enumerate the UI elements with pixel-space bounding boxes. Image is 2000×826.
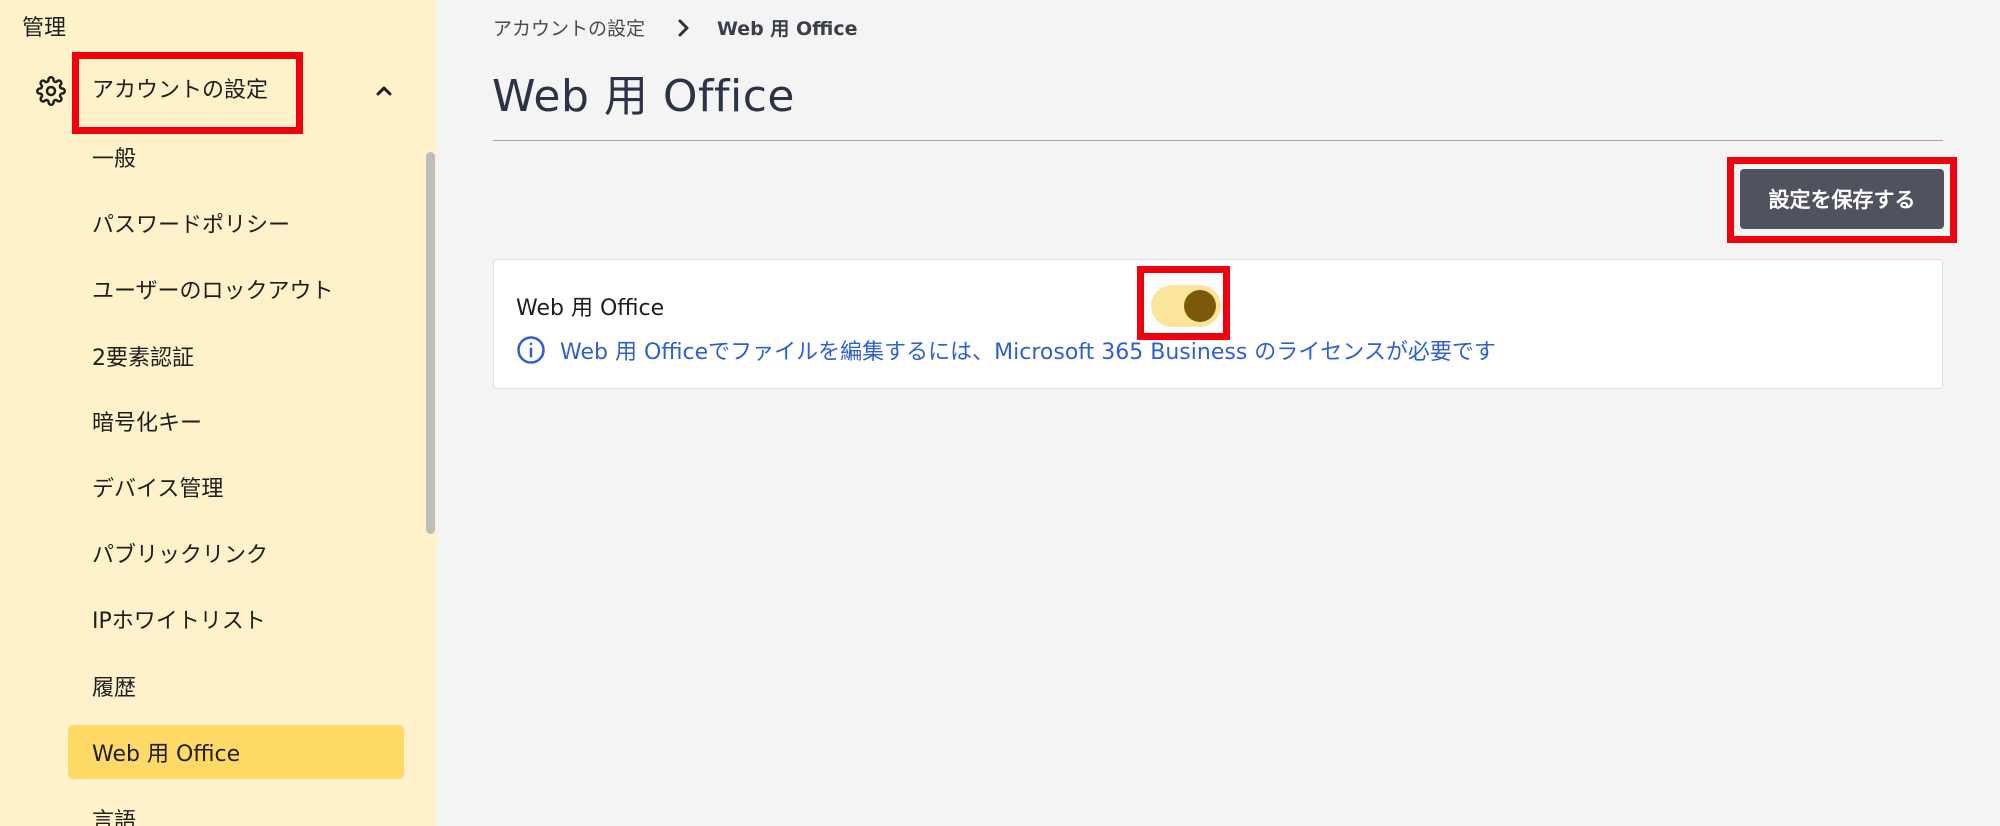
sidebar-item-user-lockout[interactable]: ユーザーのロックアウト [68,262,404,316]
toggle-knob [1184,290,1216,322]
title-divider [493,140,1943,141]
sidebar: 管理 アカウントの設定 一般 パスワードポリシー ユーザーのロックアウト 2要素… [0,0,437,826]
sidebar-item-password-policy[interactable]: パスワードポリシー [68,196,404,250]
sidebar-item-label: 履歴 [92,676,137,701]
save-settings-button[interactable]: 設定を保存する [1740,169,1944,229]
sidebar-item-label: 2要素認証 [92,346,194,371]
sidebar-item-label: Web 用 Office [92,742,241,767]
license-info-text: Web 用 Officeでファイルを編集するには、Microsoft 365 B… [560,340,1496,365]
sidebar-item-device-management[interactable]: デバイス管理 [68,460,404,514]
breadcrumb: アカウントの設定 Web 用 Office [493,14,858,41]
office-web-setting-card: Web 用 Office Web 用 Officeでファイルを編集するには、Mi… [493,259,1943,389]
sidebar-item-label: 暗号化キー [92,411,203,436]
sidebar-item-general[interactable]: 一般 [68,130,404,184]
sidebar-item-label: IPホワイトリスト [92,609,266,634]
main-content: アカウントの設定 Web 用 Office Web 用 Office 設定を保存… [437,0,2000,826]
sidebar-item-label: 言語 [92,809,137,826]
sidebar-title: 管理 [22,16,67,41]
breadcrumb-current: Web 用 Office [717,18,858,40]
page-title: Web 用 Office [492,71,795,122]
chevron-up-icon[interactable] [370,79,398,103]
sidebar-item-language[interactable]: 言語 [68,792,404,826]
sidebar-item-label: パスワードポリシー [92,213,291,238]
sidebar-item-label: ユーザーのロックアウト [92,279,334,304]
sidebar-item-label: デバイス管理 [92,477,224,502]
sidebar-item-history[interactable]: 履歴 [68,659,404,713]
chevron-right-icon [678,19,689,36]
sidebar-item-office-for-web[interactable]: Web 用 Office [68,725,404,779]
license-info: Web 用 Officeでファイルを編集するには、Microsoft 365 B… [516,334,1496,366]
info-icon [517,336,545,364]
sidebar-scrollbar[interactable] [426,152,435,534]
sidebar-item-encryption-keys[interactable]: 暗号化キー [68,394,404,448]
sidebar-item-label: パブリックリンク [92,543,269,568]
gear-icon [36,76,66,106]
sidebar-item-two-factor-auth[interactable]: 2要素認証 [68,329,404,383]
sidebar-item-public-links[interactable]: パブリックリンク [68,526,404,580]
office-web-toggle[interactable] [1151,285,1221,327]
sidebar-item-ip-whitelist[interactable]: IPホワイトリスト [68,592,404,646]
breadcrumb-link-account-settings[interactable]: アカウントの設定 [493,14,645,41]
setting-label: Web 用 Office [516,296,665,321]
sidebar-item-label: 一般 [92,147,137,172]
sidebar-section-label: アカウントの設定 [92,78,269,103]
